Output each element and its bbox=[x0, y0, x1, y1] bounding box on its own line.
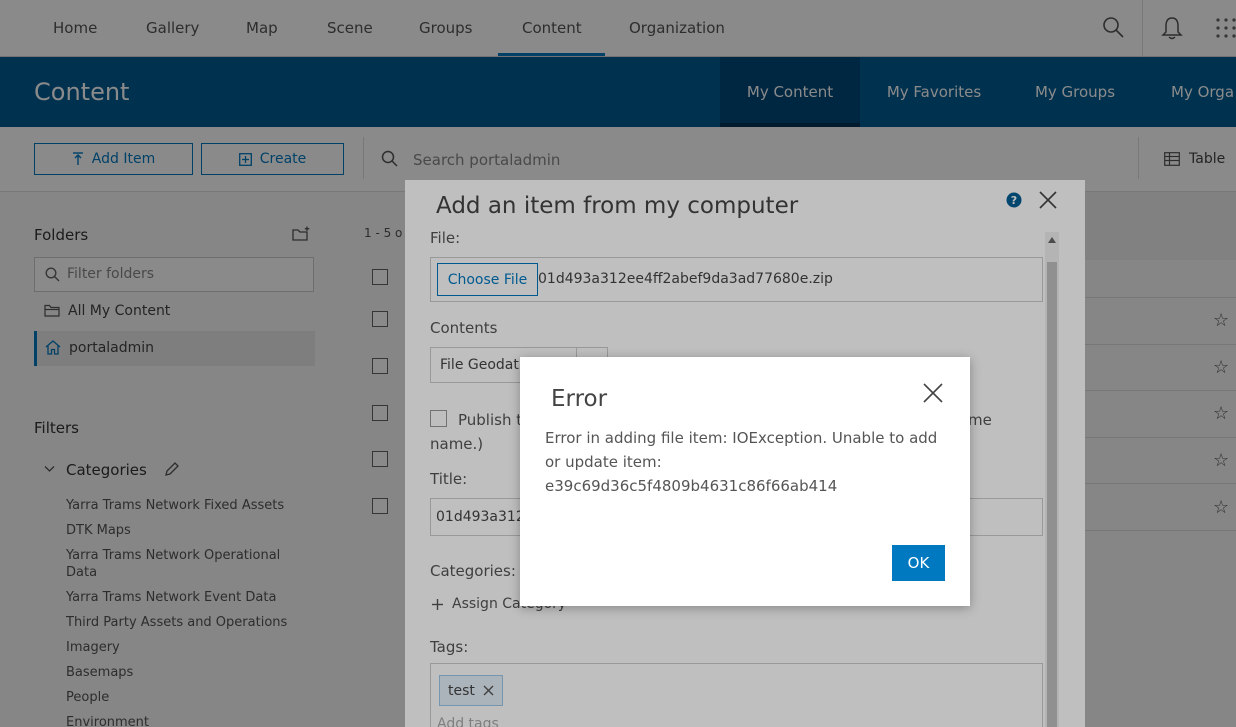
close-icon[interactable] bbox=[922, 382, 944, 404]
dialog-title: Error bbox=[551, 386, 608, 412]
ok-button[interactable]: OK bbox=[892, 545, 945, 581]
error-dialog: Error Error in adding file item: IOExcep… bbox=[520, 357, 970, 606]
dialog-message: Error in adding file item: IOException. … bbox=[545, 429, 938, 495]
